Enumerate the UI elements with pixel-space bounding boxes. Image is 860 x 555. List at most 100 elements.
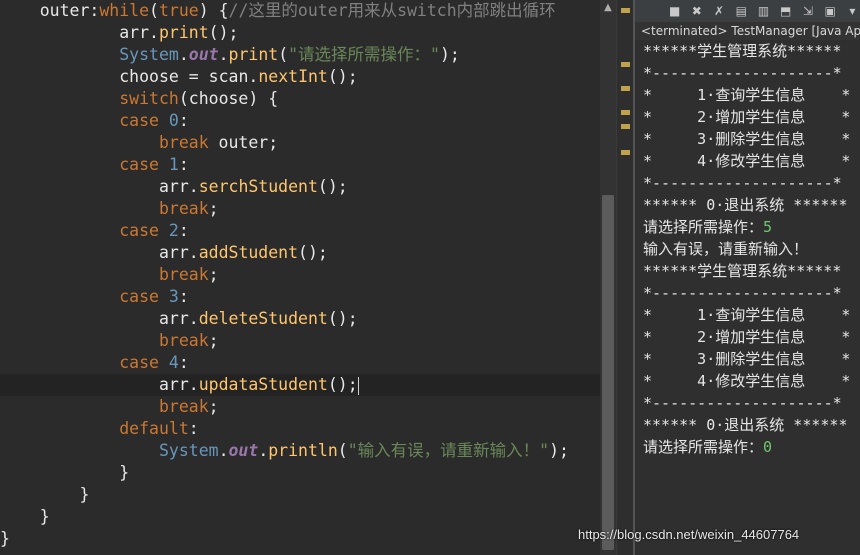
code-line[interactable]: break; — [0, 396, 600, 418]
code-line[interactable]: break outer; — [0, 132, 600, 154]
code-token: case — [119, 287, 159, 306]
code-line[interactable]: } — [0, 528, 600, 550]
editor-scrollbar-thumb[interactable] — [602, 195, 614, 550]
code-token: print — [158, 23, 209, 42]
code-token: addStudent — [198, 243, 299, 262]
ruler-marker[interactable] — [621, 110, 630, 115]
clear-console-icon[interactable]: ▥ — [754, 2, 773, 20]
scroll-up-arrow-icon[interactable]: ▲ — [602, 2, 614, 14]
open-console-icon[interactable]: ▾ — [843, 2, 860, 20]
console-line: 请选择所需操作：0 — [643, 436, 772, 458]
code-token: : — [178, 287, 189, 306]
pin-console-icon[interactable]: ⇲ — [798, 2, 817, 20]
code-line[interactable]: break; — [0, 264, 600, 286]
code-token: println — [268, 441, 338, 460]
code-token: (); — [327, 375, 358, 394]
code-token: updataStudent — [198, 375, 328, 394]
console-line: * 2·增加学生信息 * — [643, 328, 851, 346]
code-token: 3 — [168, 287, 179, 306]
code-line[interactable]: switch(choose) { — [0, 88, 600, 110]
overview-ruler — [616, 0, 633, 555]
code-token: . — [149, 23, 159, 42]
code-line[interactable]: case 2: — [0, 220, 600, 242]
remove-all-icon[interactable]: ✗ — [709, 2, 728, 20]
code-token: 2 — [168, 221, 179, 240]
code-token: (); — [208, 23, 239, 42]
code-line[interactable]: case 4: — [0, 352, 600, 374]
code-line[interactable]: arr.deleteStudent(); — [0, 308, 600, 330]
code-token: . — [188, 375, 199, 394]
text-caret — [357, 376, 359, 395]
console-line: ****** 0·退出系统 ****** — [643, 416, 848, 434]
ruler-marker[interactable] — [621, 150, 630, 155]
code-token: : — [178, 221, 189, 240]
ruler-marker[interactable] — [621, 86, 630, 91]
ruler-marker[interactable] — [621, 8, 630, 13]
code-token: case — [119, 353, 159, 372]
code-line[interactable]: case 0: — [0, 110, 600, 132]
terminate-icon[interactable]: ■ — [665, 2, 684, 20]
code-line[interactable]: break; — [0, 330, 600, 352]
console-status-label: <terminated> TestManager [Java Applicati… — [635, 22, 860, 40]
console-line: ******学生管理系统****** — [643, 262, 842, 280]
code-token: : — [178, 111, 189, 130]
code-line[interactable]: default: — [0, 418, 600, 440]
code-line[interactable]: arr.serchStudent(); — [0, 176, 600, 198]
console-toolbar: ■ ✖ ✗ ▤ ▥ ⬒ ⇲ ▣ ▾ — [635, 0, 860, 22]
console-prompt: 请选择所需操作： — [643, 218, 764, 236]
code-line[interactable]: arr.addStudent(); — [0, 242, 600, 264]
code-token: outer: — [39, 1, 100, 20]
code-line[interactable]: arr.print(); — [0, 22, 600, 44]
code-token: ; — [208, 199, 219, 218]
code-token: while — [99, 1, 150, 20]
code-line[interactable]: arr.updataStudent(); — [0, 374, 600, 396]
scroll-lock-icon[interactable]: ▤ — [732, 2, 751, 20]
code-editor[interactable]: outer:while(true) {//这里的outer用来从switch内部… — [0, 0, 600, 555]
watermark-text: https://blog.csdn.net/weixin_44607764 — [578, 527, 800, 542]
code-token: arr — [119, 23, 150, 42]
code-line[interactable]: } — [0, 484, 600, 506]
code-line[interactable]: outer:while(true) {//这里的outer用来从switch内部… — [0, 0, 600, 22]
console-line: *--------------------* — [643, 174, 842, 192]
word-wrap-icon[interactable]: ⬒ — [776, 2, 795, 20]
display-console-icon[interactable]: ▣ — [821, 2, 840, 20]
code-line[interactable]: case 1: — [0, 154, 600, 176]
code-line[interactable]: case 3: — [0, 286, 600, 308]
code-token: ( — [149, 1, 159, 20]
code-token: (); — [327, 309, 358, 328]
code-token: . — [178, 45, 189, 64]
code-token: case — [119, 155, 159, 174]
code-token: out — [228, 441, 259, 460]
code-token: (); — [317, 177, 348, 196]
code-token: true — [158, 1, 199, 20]
code-token: case — [119, 111, 159, 130]
code-token: scan — [208, 67, 249, 86]
code-token: . — [188, 309, 199, 328]
code-token: } — [79, 485, 90, 504]
code-line[interactable]: break; — [0, 198, 600, 220]
code-line[interactable]: System.out.println("输入有误，请重新输入！"); — [0, 440, 600, 462]
code-token: ) { — [198, 1, 229, 20]
code-line[interactable]: } — [0, 462, 600, 484]
code-line[interactable]: } — [0, 506, 600, 528]
code-line[interactable]: choose = scan.nextInt(); — [0, 66, 600, 88]
remove-launch-icon[interactable]: ✖ — [687, 2, 706, 20]
editor-vertical-scrollbar[interactable]: ▲ — [600, 0, 616, 555]
code-token: break — [158, 397, 209, 416]
ruler-marker[interactable] — [621, 62, 630, 67]
code-line[interactable]: System.out.print("请选择所需操作："); — [0, 44, 600, 66]
code-token: break — [158, 331, 209, 350]
ruler-marker[interactable] — [621, 124, 630, 129]
console-line: *--------------------* — [643, 64, 842, 82]
